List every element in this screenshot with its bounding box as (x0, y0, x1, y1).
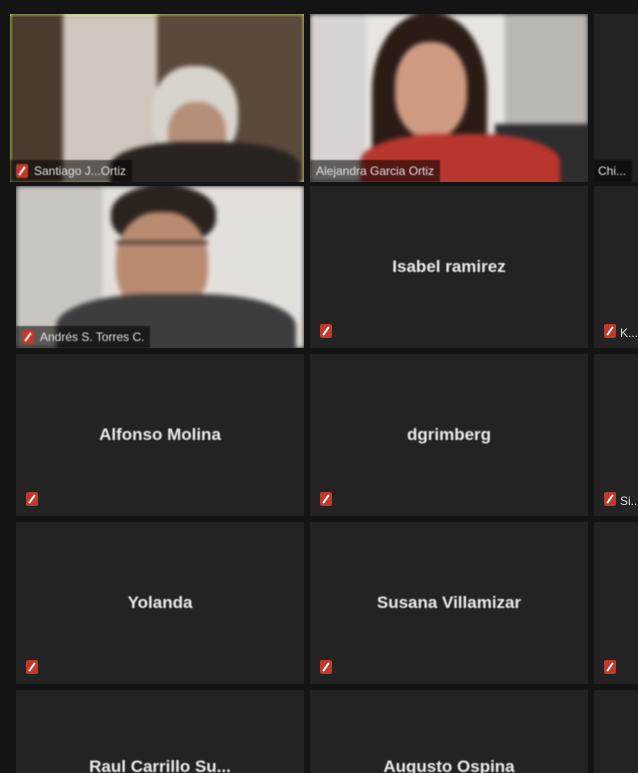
video-tile-2[interactable]: Alejandra Garcia Ortiz (310, 14, 588, 182)
video-tile-9[interactable]: Raul Carrillo Su... (16, 690, 304, 773)
mic-muted-icon (26, 660, 38, 674)
video-tile-partial-1[interactable]: Chi... (594, 14, 638, 182)
mic-muted-icon (320, 492, 332, 506)
participant-video (310, 14, 588, 182)
participant-name: Yolanda (127, 593, 193, 612)
participant-name-label: Alejandra Garcia Ortiz (310, 160, 441, 182)
video-tile-5[interactable]: Alfonso Molina (16, 354, 304, 516)
mic-muted-icon (22, 330, 34, 344)
mic-muted-icon (320, 324, 332, 338)
mic-muted-icon (604, 492, 616, 506)
participant-name: Isabel ramirez (392, 257, 506, 276)
participant-name: Augusto Ospina (383, 757, 515, 773)
mic-muted-icon (604, 324, 616, 338)
video-tile-4[interactable]: Isabel ramirez (310, 186, 588, 348)
video-tile-partial-4[interactable] (594, 522, 638, 684)
video-tile-8[interactable]: Susana Villamizar (310, 522, 588, 684)
video-tile-partial-5[interactable] (594, 690, 638, 773)
video-tile-6[interactable]: dgrimberg (310, 354, 588, 516)
participant-name: Raul Carrillo Su... (89, 757, 231, 773)
video-tile-3[interactable]: Andrés S. Torres C. (16, 186, 304, 348)
video-tile-7[interactable]: Yolanda (16, 522, 304, 684)
participant-video (10, 14, 304, 182)
participant-name-label: Si... (620, 494, 638, 508)
video-tile-partial-2[interactable]: K... (594, 186, 638, 348)
participant-video (16, 186, 304, 348)
mic-muted-icon (26, 492, 38, 506)
mic-muted-icon (320, 660, 332, 674)
participant-name: Susana Villamizar (376, 593, 522, 612)
mic-muted-icon (16, 164, 28, 178)
video-tile-1[interactable]: Santiago J...Ortiz (10, 14, 304, 182)
mic-muted-icon (604, 660, 616, 674)
participant-name: dgrimberg (406, 425, 492, 444)
participant-name-label: K... (620, 326, 638, 340)
participant-name-label: Chi... (594, 160, 633, 182)
participant-name-label: Santiago J...Ortiz (10, 160, 133, 182)
participant-name: Alfonso Molina (99, 425, 221, 444)
video-tile-partial-3[interactable]: Si... (594, 354, 638, 516)
participant-name-label: Andrés S. Torres C. (16, 326, 151, 348)
video-tile-10[interactable]: Augusto Ospina (310, 690, 588, 773)
